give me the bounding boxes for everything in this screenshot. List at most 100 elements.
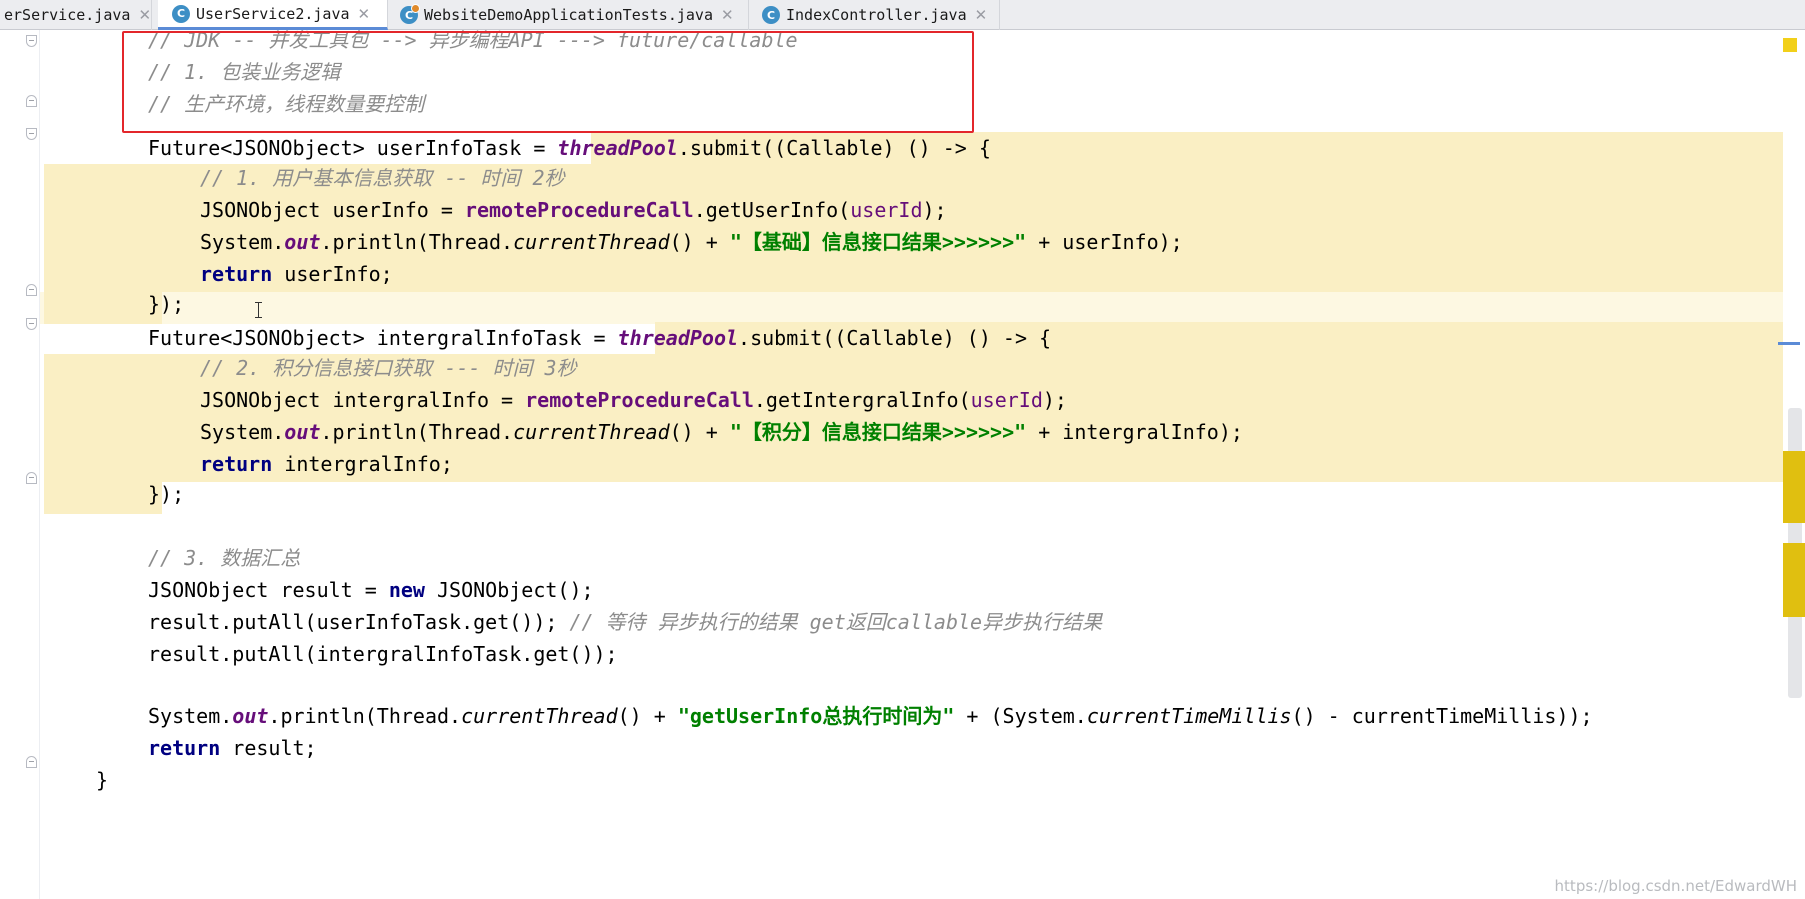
code-string: "getUserInfo总执行时间为" [677,704,955,728]
code-line: } [96,768,109,792]
line-gutter[interactable] [0,30,40,899]
fold-icon[interactable] [26,35,37,47]
watermark-text: https://blog.csdn.net/EdwardWH [1554,877,1797,895]
code-text: () + [669,420,730,444]
code-string: "【基础】信息接口结果>>>>>>" [729,230,1027,254]
tab-userservice2[interactable]: C UserService2.java ✕ [158,0,388,30]
code-line: Future<JSONObject> userInfoTask = thread… [148,132,991,164]
tab-websitedemoapplicationtests[interactable]: C WebsiteDemoApplicationTests.java ✕ [392,0,749,30]
code-keyword: return [200,262,273,286]
code-field: remoteProcedureCall [525,388,754,412]
code-field: remoteProcedureCall [464,198,694,222]
code-field: out [284,230,321,254]
code-field: threadPool [617,326,739,350]
code-text: ); [1042,388,1067,412]
fold-icon[interactable] [26,756,37,768]
tab-label: UserService2.java [196,4,350,23]
code-text: + (System. [954,704,1087,728]
annotation-box [122,31,974,133]
tab-label: erService.java [4,6,131,24]
code-variable: userId [970,388,1043,412]
tab-label: IndexController.java [786,6,967,24]
fold-icon[interactable] [26,95,37,107]
close-icon[interactable]: ✕ [138,6,151,24]
code-text: () + [669,230,730,254]
code-static-method: currentThread [513,230,670,254]
fold-icon[interactable] [26,284,37,296]
code-text: result.putAll(userInfoTask.get()); [148,610,570,634]
code-text: intergralInfo; [272,452,453,476]
close-icon[interactable]: ✕ [975,6,988,24]
tab-erservice[interactable]: erService.java ✕ [0,0,152,30]
fold-icon[interactable] [26,472,37,484]
fold-icon[interactable] [26,318,37,330]
code-text: + userInfo); [1026,230,1183,254]
code-comment: // 3. 数据汇总 [148,546,301,570]
editor-tab-bar: erService.java ✕ C UserService2.java ✕ C… [0,0,1805,30]
tab-indexcontroller[interactable]: C IndexController.java ✕ [752,0,1000,30]
fold-icon[interactable] [26,128,37,140]
code-line: }); [148,292,185,316]
code-line: Future<JSONObject> intergralInfoTask = t… [148,322,1051,354]
highlight-marker [1783,543,1805,617]
code-text: + intergralInfo); [1026,420,1243,444]
code-text: .println(Thread. [320,230,514,254]
code-text: System. [200,230,285,254]
code-keyword: return [200,452,273,476]
warning-marker-icon[interactable] [1783,38,1797,52]
code-line: System.out.println(Thread.currentThread(… [200,226,1183,258]
code-text: () + [617,704,678,728]
code-comment: // 等待 异步执行的结果 get返回callable异步执行结果 [569,610,1103,634]
code-line: JSONObject result = new JSONObject(); [148,574,594,606]
code-keyword: new [388,578,425,602]
code-text: Future<JSONObject> intergralInfoTask = [148,326,618,350]
code-text: System. [200,420,285,444]
code-keyword: return [148,736,221,760]
code-static-method: currentThread [513,420,670,444]
code-text: System. [148,704,233,728]
code-field: out [284,420,321,444]
code-static-method: currentThread [461,704,618,728]
code-text: ); [922,198,947,222]
tab-label: WebsiteDemoApplicationTests.java [424,6,713,24]
code-field: threadPool [557,136,678,160]
code-variable: userId [850,198,923,222]
code-line: return userInfo; [200,258,393,290]
close-icon[interactable]: ✕ [721,6,734,24]
code-line: result.putAll(userInfoTask.get()); // 等待… [148,606,1102,638]
code-text: JSONObject intergralInfo = [200,388,526,412]
code-line: return intergralInfo; [200,448,453,480]
caret-row-marker [1778,342,1800,345]
text-cursor-icon [255,302,262,318]
close-icon[interactable]: ✕ [358,5,371,23]
code-text: .getUserInfo( [693,198,851,222]
code-text: .println(Thread. [320,420,514,444]
highlight-marker [1783,451,1805,523]
code-text: JSONObject result = [148,578,389,602]
code-text: JSONObject userInfo = [200,198,465,222]
usage-highlight [44,480,162,514]
code-static-method: currentTimeMillis [1086,704,1292,728]
java-class-icon: C [172,4,190,23]
code-string: "【积分】信息接口结果>>>>>>" [729,420,1027,444]
code-text: userInfo; [272,262,393,286]
code-text: .getIntergralInfo( [753,388,971,412]
code-text: () - currentTimeMillis)); [1291,704,1593,728]
code-line: return result; [148,732,317,764]
code-editor[interactable]: // JDK -- 并发工具包 --> 异步编程API ---> future/… [0,30,1805,899]
code-text: .submit((Callable) () -> { [738,326,1052,350]
code-line: JSONObject userInfo = remoteProcedureCal… [200,194,947,226]
code-text: Future<JSONObject> userInfoTask = [148,136,558,160]
code-text: .println(Thread. [268,704,462,728]
code-line: result.putAll(intergralInfoTask.get()); [148,642,618,666]
code-line: System.out.println(Thread.currentThread(… [200,416,1243,448]
java-test-class-icon: C [400,4,420,24]
code-text: result; [220,736,317,760]
code-line: }); [148,482,185,506]
code-text: .submit((Callable) () -> { [677,136,991,160]
java-class-icon: C [762,6,780,24]
current-line-highlight [0,292,1783,324]
code-line: JSONObject intergralInfo = remoteProcedu… [200,384,1067,416]
code-text: JSONObject(); [424,578,594,602]
usage-highlight [44,292,162,324]
